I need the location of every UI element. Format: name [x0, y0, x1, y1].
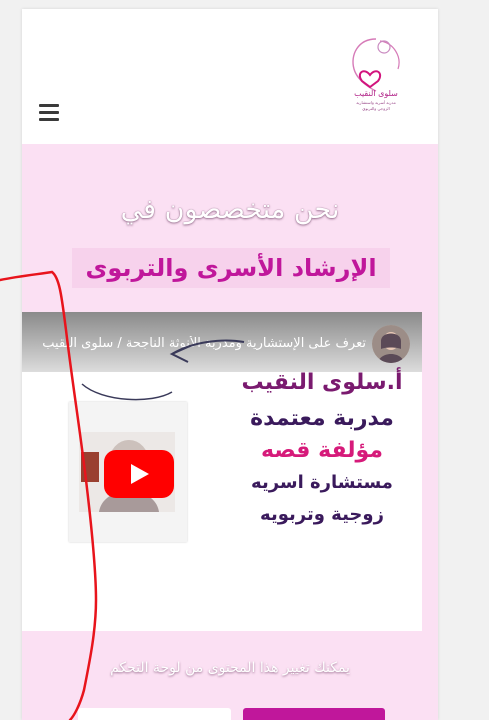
thumbnail-arrows	[81, 339, 245, 401]
logo-title: سلوى النقيب	[354, 89, 398, 98]
hero-subheading: الإرشاد الأسرى والتربوى	[85, 254, 377, 282]
primary-button[interactable]	[243, 708, 385, 720]
content-caption: يمكنك تغيير هذا المحتوى من لوحة التحكم	[110, 660, 350, 676]
hero-heading: نحن متخصصون في	[120, 194, 340, 225]
secondary-button[interactable]	[78, 708, 231, 720]
youtube-video-embed[interactable]: تعرف على الإستشارية ومدربة الأنوثة الناج…	[22, 312, 422, 631]
menu-bar	[39, 111, 59, 114]
site-header: سلوى النقيب مدربة أسرية واستشارية الزوجي…	[22, 9, 438, 144]
logo-subtitle-1: مدربة أسرية واستشارية	[356, 100, 395, 105]
menu-bar	[39, 104, 59, 107]
menu-bar	[39, 118, 59, 121]
logo[interactable]: سلوى النقيب مدربة أسرية واستشارية الزوجي…	[336, 33, 416, 113]
logo-subtitle-2: الزوجي والتربوي	[362, 106, 390, 111]
hero-highlight-box: الإرشاد الأسرى والتربوى	[72, 248, 390, 288]
page: سلوى النقيب مدربة أسرية واستشارية الزوجي…	[22, 9, 438, 720]
hamburger-menu-icon[interactable]	[39, 104, 59, 122]
